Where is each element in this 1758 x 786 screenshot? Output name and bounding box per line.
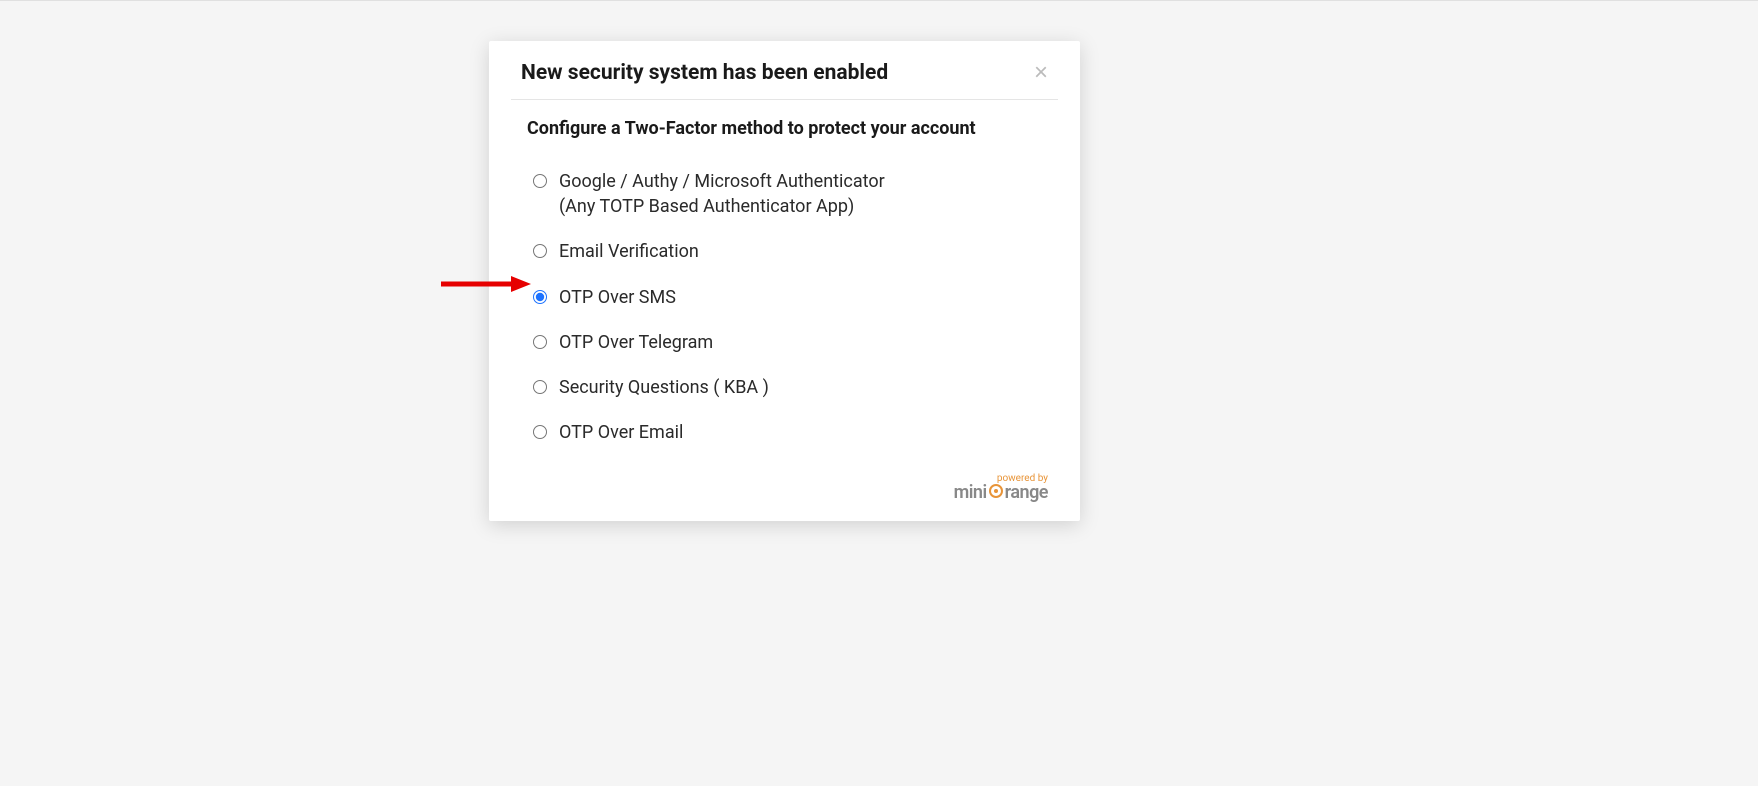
- modal-body: Configure a Two-Factor method to protect…: [489, 100, 1080, 465]
- option-label: OTP Over Telegram: [559, 330, 713, 355]
- option-otp-sms[interactable]: OTP Over SMS: [527, 275, 1042, 320]
- option-label: Google / Authy / Microsoft Authenticator…: [559, 169, 885, 219]
- option-label-sub: (Any TOTP Based Authenticator App): [559, 194, 885, 219]
- radio-otp-sms[interactable]: [533, 290, 547, 304]
- option-label: OTP Over SMS: [559, 285, 676, 310]
- option-totp-authenticator[interactable]: Google / Authy / Microsoft Authenticator…: [527, 159, 1042, 229]
- radio-security-questions[interactable]: [533, 380, 547, 394]
- option-label-main: Google / Authy / Microsoft Authenticator: [559, 171, 885, 192]
- option-label: Security Questions ( KBA ): [559, 375, 769, 400]
- modal-header: New security system has been enabled ×: [511, 41, 1058, 100]
- two-factor-modal: New security system has been enabled × C…: [489, 41, 1080, 521]
- option-otp-email[interactable]: OTP Over Email: [527, 410, 1042, 455]
- logo-text-mini: mini: [954, 482, 987, 503]
- option-otp-telegram[interactable]: OTP Over Telegram: [527, 320, 1042, 365]
- radio-otp-telegram[interactable]: [533, 335, 547, 349]
- modal-subtitle: Configure a Two-Factor method to protect…: [527, 118, 1042, 139]
- option-email-verification[interactable]: Email Verification: [527, 229, 1042, 274]
- modal-title: New security system has been enabled: [521, 61, 888, 85]
- option-label: Email Verification: [559, 239, 699, 264]
- modal-footer: powered by mini range: [489, 465, 1080, 521]
- miniorange-logo: mini range: [954, 482, 1048, 503]
- option-security-questions[interactable]: Security Questions ( KBA ): [527, 365, 1042, 410]
- powered-by-branding: powered by mini range: [954, 473, 1048, 503]
- logo-text-range: range: [1005, 482, 1048, 503]
- radio-otp-email[interactable]: [533, 425, 547, 439]
- radio-email-verification[interactable]: [533, 244, 547, 258]
- orange-icon: [989, 484, 1003, 498]
- close-button[interactable]: ×: [1034, 61, 1048, 85]
- radio-totp-authenticator[interactable]: [533, 174, 547, 188]
- option-label: OTP Over Email: [559, 420, 683, 445]
